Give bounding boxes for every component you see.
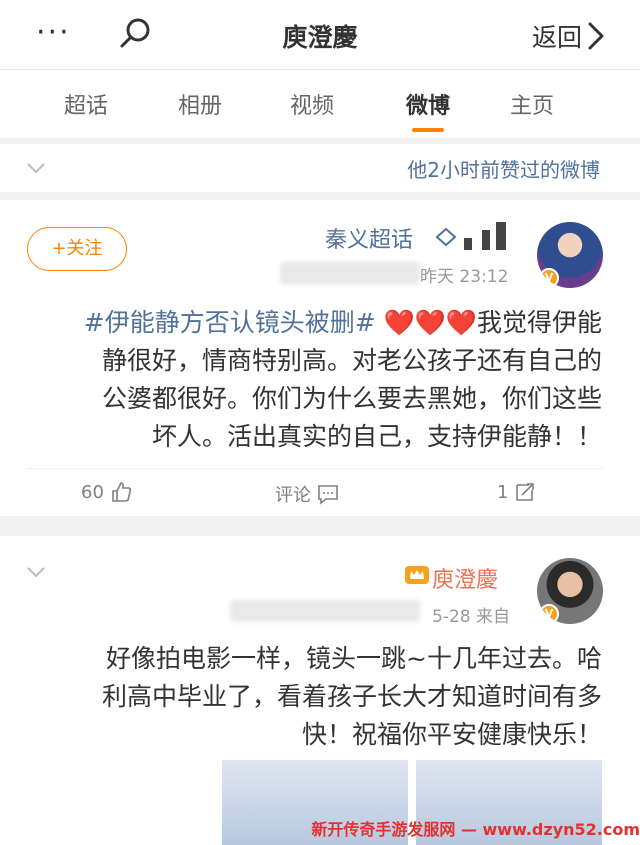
repost-button[interactable]: 1 <box>497 481 536 503</box>
comment-icon <box>318 485 338 505</box>
comment-label: 评论 <box>275 485 311 506</box>
post-text: #伊能静方否认镜头被删# ❤️❤️❤️我觉得伊能 静很好，情商特别高。对老公孩子… <box>26 304 602 456</box>
verified-badge-icon: V <box>539 604 559 624</box>
blurred-source <box>230 600 420 622</box>
tab-videos[interactable]: 视频 <box>290 88 334 120</box>
post-text: 好像拍电影一样，镜头一跳~十几年过去。哈 利高中毕业了，看着孩子长大才知道时间有… <box>26 640 602 754</box>
profile-tabs: 主页 微博 视频 相册 超话 <box>0 70 640 138</box>
verified-badge-icon: V <box>539 268 559 288</box>
crown-icon <box>405 566 429 584</box>
diamond-icon <box>435 227 457 247</box>
like-button[interactable]: 60 <box>81 481 132 503</box>
chevron-down-icon[interactable] <box>26 158 46 178</box>
avatar[interactable]: V <box>537 222 603 288</box>
hashtag-link[interactable]: #伊能静方否认镜头被删# <box>84 308 376 337</box>
back-button[interactable]: 返回 <box>532 18 606 54</box>
post-line: 静很好，情商特别高。对老公孩子还有自己的 <box>101 346 602 375</box>
post-line: 公婆都很好。你们为什么要去黑她，你们这些 <box>101 384 602 413</box>
tab-weibo[interactable]: 微博 <box>406 88 450 120</box>
repost-icon <box>516 483 535 501</box>
post-time: 昨天 23:12 <box>420 267 509 287</box>
post-line: #伊能静方否认镜头被删# ❤️❤️❤️我觉得伊能 <box>83 308 602 337</box>
post-card: +关注 V 秦义超话 昨天 23:12 #伊能静方否认镜头被删# ❤️❤️❤️我… <box>0 200 640 516</box>
post-line: 快！祝福你平安健康快乐！ <box>301 720 602 749</box>
chevron-right-icon <box>588 22 604 50</box>
watermark-text: 新开传奇手游发服网 — www.dzyn52.com <box>311 820 640 839</box>
active-tab-indicator <box>412 128 444 132</box>
level-icon <box>464 222 506 250</box>
repost-count: 1 <box>497 481 509 503</box>
username[interactable]: 秦义超话 <box>325 222 413 254</box>
liked-notice-bar[interactable]: 他2小时前赞过的微博 <box>0 144 640 192</box>
liked-notice-text: 他2小时前赞过的微博 <box>407 158 600 182</box>
back-label: 返回 <box>531 23 582 52</box>
post-line: 好像拍电影一样，镜头一跳~十几年过去。哈 <box>106 644 602 673</box>
top-bar: ··· 庾澄慶 返回 <box>0 0 640 70</box>
username[interactable]: 庾澄慶 <box>432 562 498 594</box>
post-line: 利高中毕业了，看着孩子长大才知道时间有多 <box>101 682 602 711</box>
post-time: 5-28 来自 <box>432 607 510 627</box>
post-actions: 60 评论 1 <box>27 468 602 512</box>
avatar[interactable]: V <box>537 558 603 624</box>
thumbs-up-icon <box>112 482 132 502</box>
post-line: 坏人。活出真实的自己，支持伊能静！！ <box>151 422 602 451</box>
tab-super-topic[interactable]: 超话 <box>64 88 108 120</box>
tab-album[interactable]: 相册 <box>178 88 222 120</box>
tab-home[interactable]: 主页 <box>510 88 554 120</box>
chevron-down-icon[interactable] <box>26 562 46 582</box>
like-count: 60 <box>81 481 104 503</box>
comment-button[interactable]: 评论 <box>275 481 339 507</box>
follow-button[interactable]: +关注 <box>27 227 127 271</box>
blurred-source <box>280 262 420 284</box>
